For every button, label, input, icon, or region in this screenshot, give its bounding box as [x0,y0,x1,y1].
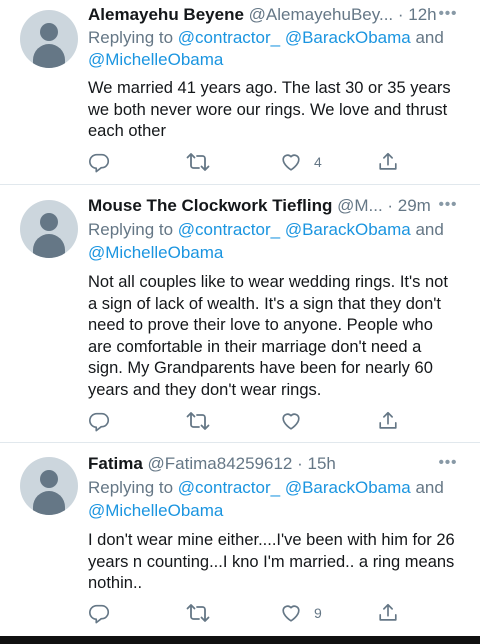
avatar[interactable] [20,200,78,258]
more-icon[interactable]: ••• [438,195,458,217]
like-count: 4 [314,154,322,170]
handle-and-time[interactable]: @Fatima84259612 · 15h [148,454,336,473]
tweet-actions: 4 [88,150,418,174]
retweet-button[interactable] [186,409,210,433]
replying-to-line-2: @MichelleObama [88,49,460,71]
replying-to-line: Replying to @contractor_ @BarackObama an… [88,27,460,49]
display-name[interactable]: Mouse The Clockwork Tiefling [88,196,332,215]
reply-icon [88,151,110,173]
reply-mention-michelle[interactable]: @MichelleObama [88,501,223,520]
tweet-header: Alemayehu Beyene @AlemayehuBey... · 12h [88,4,460,26]
tweet-header: Fatima @Fatima84259612 · 15h [88,453,460,475]
tweet[interactable]: Alemayehu Beyene @AlemayehuBey... · 12h … [0,0,480,184]
heart-icon [280,151,302,173]
avatar[interactable] [20,457,78,515]
retweet-icon [186,410,210,432]
reply-button[interactable] [88,409,110,433]
retweet-icon [186,151,210,173]
avatar-head-shape [40,470,58,488]
reply-and: and [415,28,444,47]
avatar-body-shape [33,491,65,515]
reply-mention-michelle[interactable]: @MichelleObama [88,50,223,69]
replying-to-line: Replying to @contractor_ @BarackObama an… [88,477,460,499]
more-icon[interactable]: ••• [438,4,458,26]
display-name[interactable]: Alemayehu Beyene [88,5,244,24]
bottom-edge-bar [0,636,480,644]
share-icon [376,151,400,173]
tweet-text: I don't wear mine either....I've been wi… [88,531,455,592]
tweet-header: Mouse The Clockwork Tiefling @M... · 29m [88,195,460,217]
reply-button[interactable] [88,150,110,174]
replying-to-line-2: @MichelleObama [88,500,460,522]
tweet-text: Not all couples like to wear wedding rin… [88,273,448,399]
reply-and: and [415,220,444,239]
share-icon [376,602,400,624]
reply-button[interactable] [88,601,110,625]
like-count: 9 [314,605,322,621]
tweet[interactable]: Mouse The Clockwork Tiefling @M... · 29m… [0,185,480,442]
tweet-actions [88,409,418,433]
heart-icon [280,410,302,432]
heart-icon [280,602,302,624]
handle-and-time[interactable]: @M... · 29m [337,196,431,215]
avatar[interactable] [20,10,78,68]
replying-to-line-2: @MichelleObama [88,242,460,264]
reply-mentions[interactable]: @contractor_ @BarackObama [178,28,411,47]
like-button[interactable]: 4 [280,150,322,174]
reply-and: and [415,478,444,497]
retweet-button[interactable] [186,150,210,174]
retweet-icon [186,602,210,624]
replying-to-line: Replying to @contractor_ @BarackObama an… [88,219,460,241]
avatar-body-shape [33,234,65,258]
tweet-actions: 9 [88,601,418,625]
like-button[interactable]: 9 [280,601,322,625]
reply-icon [88,602,110,624]
avatar-head-shape [40,23,58,41]
share-icon [376,410,400,432]
share-button[interactable] [376,409,400,433]
avatar-body-shape [33,44,65,68]
reply-mention-michelle[interactable]: @MichelleObama [88,243,223,262]
avatar-head-shape [40,213,58,231]
retweet-button[interactable] [186,601,210,625]
like-button[interactable] [280,409,314,433]
tweet[interactable]: Fatima @Fatima84259612 · 15h ••• Replyin… [0,443,480,636]
replying-to-label: Replying to [88,28,174,47]
display-name[interactable]: Fatima [88,454,143,473]
reply-icon [88,410,110,432]
replying-to-label: Replying to [88,220,174,239]
tweet-text: We married 41 years ago. The last 30 or … [88,79,451,140]
share-button[interactable] [376,601,400,625]
replying-to-label: Replying to [88,478,174,497]
handle-and-time[interactable]: @AlemayehuBey... · 12h [249,5,437,24]
reply-mentions[interactable]: @contractor_ @BarackObama [178,478,411,497]
share-button[interactable] [376,150,400,174]
reply-mentions[interactable]: @contractor_ @BarackObama [178,220,411,239]
more-icon[interactable]: ••• [438,453,458,475]
